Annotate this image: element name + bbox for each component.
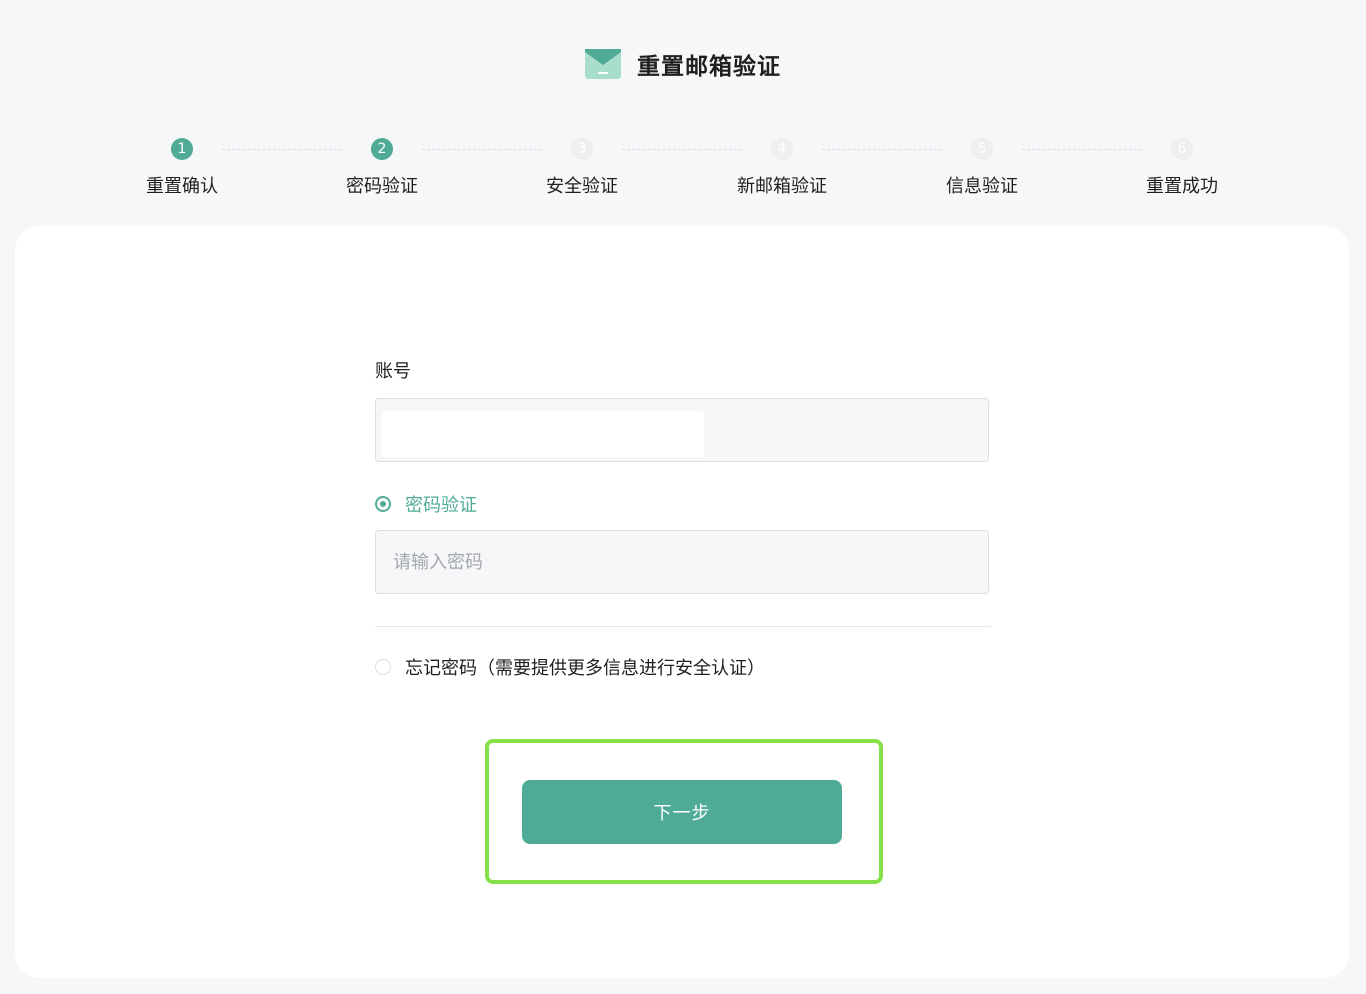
password-verify-radio[interactable] [375,496,391,512]
step-6: 6 重置成功 [1102,138,1262,198]
step-3-label: 安全验证 [546,176,618,197]
forgot-password-label: 忘记密码（需要提供更多信息进行安全认证） [405,658,765,679]
page-header: 重置邮箱验证 [0,46,1366,82]
step-3: 3 安全验证 [502,138,662,198]
divider [375,626,991,627]
password-verify-option[interactable]: 密码验证 [375,492,991,516]
step-4-number: 4 [771,138,793,160]
step-4-label: 新邮箱验证 [737,176,827,197]
account-label: 账号 [375,361,411,382]
step-3-number: 3 [571,138,593,160]
step-1-number: 1 [171,138,193,160]
step-5: 5 信息验证 [902,138,1062,198]
page-title: 重置邮箱验证 [637,54,781,80]
account-field [375,398,989,462]
form-card: 账号 密码验证 忘记密码（需要提供更多信息进行安全认证） 下一步 [15,226,1349,978]
verification-form: 账号 密码验证 忘记密码（需要提供更多信息进行安全认证） [375,360,991,679]
forgot-password-option[interactable]: 忘记密码（需要提供更多信息进行安全认证） [375,655,991,679]
forgot-password-radio[interactable] [375,659,391,675]
mail-icon [585,49,621,79]
step-5-number: 5 [971,138,993,160]
step-1-label: 重置确认 [146,176,218,197]
next-button[interactable]: 下一步 [522,780,842,844]
progress-steps: 1 重置确认 2 密码验证 3 安全验证 4 新邮箱验证 5 信息验证 6 重置… [0,138,1366,198]
step-4: 4 新邮箱验证 [702,138,862,198]
step-2: 2 密码验证 [302,138,462,198]
password-input[interactable] [375,530,989,594]
step-6-label: 重置成功 [1146,176,1218,197]
password-verify-label: 密码验证 [405,495,477,516]
step-2-number: 2 [371,138,393,160]
step-6-number: 6 [1171,138,1193,160]
step-5-label: 信息验证 [946,176,1018,197]
step-1: 1 重置确认 [102,138,262,198]
step-2-label: 密码验证 [346,176,418,197]
account-value [382,411,704,457]
